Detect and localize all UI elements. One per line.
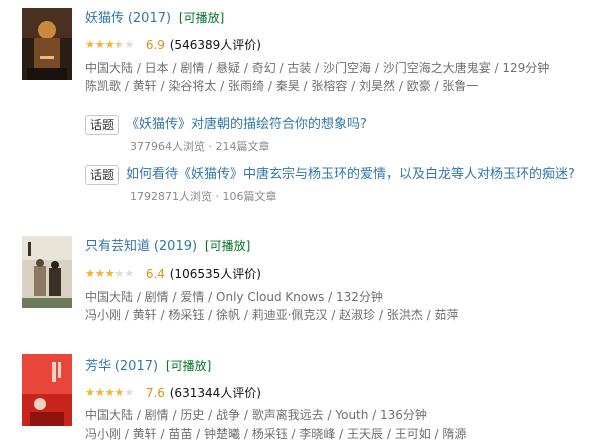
rating-stars: ★★★★★ ★★★★★ [85,268,140,279]
rating-stars: ★★★★★ ★★★★★ [85,39,140,50]
topic-stats: 377964人浏览 · 214篇文章 [130,140,270,153]
movie-cast: 陈凯歌 / 黄轩 / 染谷将太 / 张雨绮 / 秦昊 / 张榕容 / 刘昊然 /… [85,79,479,93]
topic-tag[interactable]: 话题 [85,165,119,185]
topic-tag[interactable]: 话题 [85,115,119,135]
poster-image [22,236,72,308]
topic-stats: 1792871人浏览 · 106篇文章 [130,190,277,203]
rating-line: ★★★★★ ★★★★★ 6.4 (106535人评价) [85,266,261,282]
movie-title-link[interactable]: 妖猫传 [85,11,124,26]
movie-poster[interactable] [22,8,72,80]
movie-meta-info: 中国大陆 / 日本 / 剧情 / 悬疑 / 奇幻 / 古装 / 沙门空海 / 沙… [85,61,550,75]
movie-title-line: 只有芸知道 (2019) [可播放] [85,237,250,255]
rating-stars: ★★★★★ ★★★★★ [85,387,140,398]
movie-cast: 冯小刚 / 黄轩 / 苗苗 / 钟楚曦 / 杨采钰 / 李晓峰 / 王天辰 / … [85,427,467,441]
movie-title-line: 芳华 (2017) [可播放] [85,357,211,375]
rating-score: 7.6 [145,386,165,400]
movie-title-line: 妖猫传 (2017) [可播放] [85,9,224,27]
movie-year: (2017) [127,11,172,26]
poster-image [22,8,72,80]
movie-poster[interactable] [22,354,72,426]
movie-cast: 冯小刚 / 黄轩 / 杨采钰 / 徐帆 / 莉迪亚·佩克汉 / 赵淑珍 / 张洪… [85,308,459,322]
topic-link[interactable]: 如何看待《妖猫传》中唐玄宗与杨玉环的爱情，以及白龙等人对杨玉环的痴迷? [126,167,575,183]
star-icon: ★★★★★ [85,39,119,50]
playable-badge[interactable]: [可播放] [179,11,224,25]
movie-year: (2019) [153,239,198,254]
star-icon: ★★★★★ [85,268,117,279]
rating-score: 6.4 [145,267,165,281]
star-icon: ★★★★★ [85,387,123,398]
vote-count: (546389人评价) [169,38,261,52]
playable-badge[interactable]: [可播放] [205,239,250,253]
topic-link[interactable]: 《妖猫传》对唐朝的描绘符合你的想象吗? [126,117,367,133]
rating-line: ★★★★★ ★★★★★ 6.9 (546389人评价) [85,37,261,53]
rating-score: 6.9 [145,38,165,52]
movie-poster[interactable] [22,236,72,308]
movie-meta-info: 中国大陆 / 剧情 / 爱情 / Only Cloud Knows / 132分… [85,290,383,304]
playable-badge[interactable]: [可播放] [166,359,211,373]
movie-year: (2017) [114,359,159,374]
movie-meta-info: 中国大陆 / 剧情 / 历史 / 战争 / 歌声离我远去 / Youth / 1… [85,408,427,422]
movie-title-link[interactable]: 芳华 [85,359,111,374]
poster-image [22,354,72,426]
rating-line: ★★★★★ ★★★★★ 7.6 (631344人评价) [85,385,261,401]
movie-title-link[interactable]: 只有芸知道 [85,239,150,254]
vote-count: (106535人评价) [169,267,261,281]
vote-count: (631344人评价) [169,386,261,400]
